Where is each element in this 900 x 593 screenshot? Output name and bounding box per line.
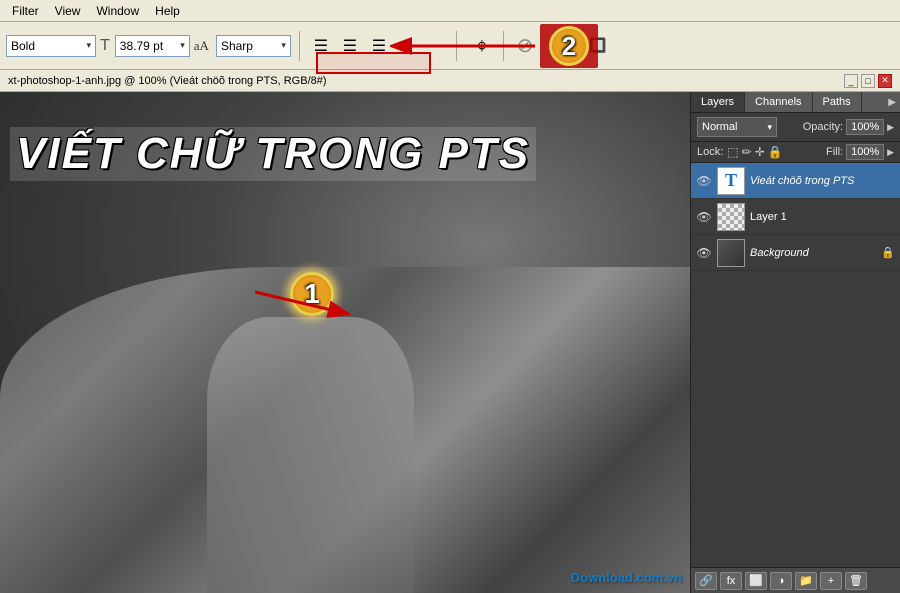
new-layer-button[interactable]: +	[820, 572, 842, 590]
background-lock-icon: 🔒	[881, 246, 895, 259]
font-size-arrow: ▾	[180, 40, 185, 51]
lock-row: Lock: ⬚ ✏ ✛ 🔒 Fill: 100% ▶	[691, 142, 900, 163]
panel-tab-options[interactable]: ▶	[884, 92, 900, 112]
font-style-value: Bold	[11, 39, 35, 53]
blend-mode-value: Normal	[702, 121, 737, 133]
lock-label: Lock:	[697, 146, 723, 158]
fill-label: Fill:	[826, 146, 843, 158]
photo-hands	[207, 317, 414, 593]
menu-help[interactable]: Help	[147, 2, 188, 20]
cancel-button[interactable]: ⊘	[512, 33, 538, 59]
minimize-button[interactable]: _	[844, 74, 858, 88]
layer-thumb-1	[717, 203, 745, 231]
annotation-badge-2: 2	[549, 26, 589, 66]
document-title-bar: xt-photoshop-1-anh.jpg @ 100% (Vieát chö…	[0, 70, 900, 92]
layer-style-button[interactable]: fx	[720, 572, 742, 590]
alignment-group: ☰ ☰ ☰	[308, 33, 392, 59]
document-title: xt-photoshop-1-anh.jpg @ 100% (Vieát chö…	[8, 75, 327, 87]
separator-1	[299, 31, 300, 61]
toolbar: Bold ▾ T 38.79 pt ▾ aA Sharp ▾ ☰ ☰ ☰ 2	[0, 22, 900, 70]
lock-all-icon[interactable]: 🔒	[768, 145, 783, 159]
sharp-value: Sharp	[221, 39, 253, 53]
layer-thumb-background	[717, 239, 745, 267]
panel-bottom-toolbar: 🔗 fx ⬜ ◑ 📁 + 🗑	[691, 567, 900, 593]
font-size-value: 38.79 pt	[120, 39, 163, 53]
sharp-arrow: ▾	[281, 40, 286, 51]
font-size-icon: T	[100, 37, 110, 55]
align-center-button[interactable]: ☰	[337, 33, 363, 59]
warp-text-button[interactable]: ⌖	[469, 33, 495, 59]
aa-group: aA Sharp ▾	[194, 35, 291, 57]
menu-filter[interactable]: Filter	[4, 2, 47, 20]
menu-view[interactable]: View	[47, 2, 89, 20]
opacity-control: Opacity: 100% ▶	[803, 119, 894, 135]
new-group-button[interactable]: 📁	[795, 572, 817, 590]
new-adjustment-button[interactable]: ◑	[770, 572, 792, 590]
canvas-image: VIẾT CHỮ TRONG PTS 1 Download.com.vn	[0, 92, 690, 593]
separator-2	[456, 31, 457, 61]
layer-eye-background[interactable]: 👁	[696, 245, 712, 261]
layer-item-background[interactable]: 👁 Background 🔒	[691, 235, 900, 271]
font-size-dropdown[interactable]: 38.79 pt ▾	[115, 35, 190, 57]
tab-paths[interactable]: Paths	[813, 92, 862, 112]
lock-transparent-icon[interactable]: ⬚	[727, 145, 738, 159]
align-left-button[interactable]: ☰	[308, 33, 334, 59]
canvas-text: VIẾT CHỮ TRONG PTS	[10, 127, 536, 181]
layers-panel: Layers Channels Paths ▶ Normal ▾ Opacity…	[691, 92, 900, 593]
layer-list: 👁 T Vieát chöõ trong PTS 👁 Layer 1 👁 Bac…	[691, 163, 900, 567]
badge1-container: 1	[290, 272, 334, 316]
layer-eye-text[interactable]: 👁	[696, 173, 712, 189]
annotation-badge-1: 1	[290, 272, 334, 316]
sharp-dropdown[interactable]: Sharp ▾	[216, 35, 291, 57]
aa-label: aA	[194, 38, 209, 54]
badge2-container: 2	[540, 24, 598, 68]
fill-value[interactable]: 100%	[846, 144, 884, 160]
delete-layer-button[interactable]: 🗑	[845, 572, 867, 590]
blend-mode-arrow: ▾	[767, 122, 772, 133]
fill-arrow[interactable]: ▶	[887, 147, 894, 158]
tab-channels[interactable]: Channels	[745, 92, 812, 112]
menu-window[interactable]: Window	[88, 2, 147, 20]
tab-layers[interactable]: Layers	[691, 92, 745, 112]
lock-icons: ⬚ ✏ ✛ 🔒	[727, 145, 782, 159]
close-button[interactable]: ✕	[878, 74, 892, 88]
add-mask-button[interactable]: ⬜	[745, 572, 767, 590]
panels-area: Layers Channels Paths ▶ Normal ▾ Opacity…	[690, 92, 900, 593]
opacity-label: Opacity:	[803, 121, 843, 133]
watermark: Download.com.vn	[571, 570, 682, 585]
font-size-group: T 38.79 pt ▾	[100, 35, 190, 57]
font-style-group: Bold ▾	[6, 35, 96, 57]
lock-position-icon[interactable]: ✛	[755, 145, 765, 159]
layer-name-1: Layer 1	[750, 211, 895, 223]
layer-name-text: Vieát chöõ trong PTS	[750, 175, 895, 187]
align-right-button[interactable]: ☰	[366, 33, 392, 59]
fill-control: Fill: 100% ▶	[826, 144, 894, 160]
layer-name-background: Background	[750, 247, 876, 259]
opacity-value[interactable]: 100%	[846, 119, 884, 135]
canvas-area: VIẾT CHỮ TRONG PTS 1 Download.com.vn	[0, 92, 690, 593]
layer-blend-controls: Normal ▾ Opacity: 100% ▶	[691, 113, 900, 142]
link-layers-button[interactable]: 🔗	[695, 572, 717, 590]
lock-image-icon[interactable]: ✏	[742, 145, 752, 159]
separator-3	[503, 31, 504, 61]
font-style-dropdown[interactable]: Bold ▾	[6, 35, 96, 57]
layer-item-text[interactable]: 👁 T Vieát chöõ trong PTS	[691, 163, 900, 199]
layer-eye-1[interactable]: 👁	[696, 209, 712, 225]
blend-mode-dropdown[interactable]: Normal ▾	[697, 117, 777, 137]
panel-tabs: Layers Channels Paths ▶	[691, 92, 900, 113]
main-area: VIẾT CHỮ TRONG PTS 1 Download.com.vn	[0, 92, 900, 593]
layer-thumb-text: T	[717, 167, 745, 195]
layer-item-1[interactable]: 👁 Layer 1	[691, 199, 900, 235]
font-style-arrow: ▾	[86, 40, 91, 51]
menu-bar: Filter View Window Help	[0, 0, 900, 22]
maximize-button[interactable]: □	[861, 74, 875, 88]
opacity-arrow[interactable]: ▶	[887, 122, 894, 133]
